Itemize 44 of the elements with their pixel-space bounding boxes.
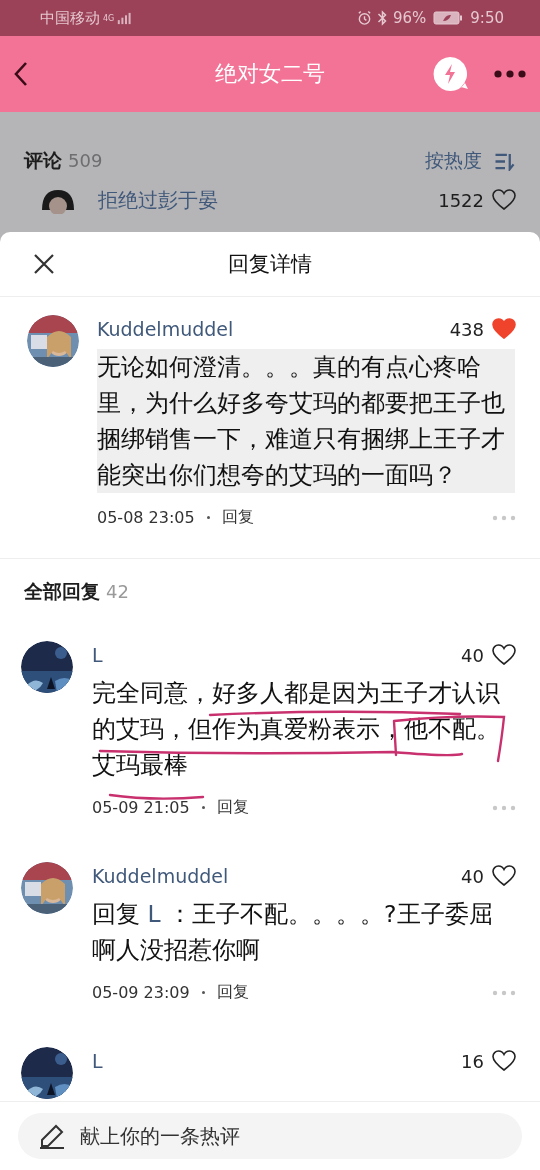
sheet-title: 回复详情 — [228, 251, 312, 278]
comment-text: 无论如何澄清。。。真的有点心疼哈里，为什么好多夸艾玛的都要把王子也捆绑销售一下，难道只有捆绑上王子才能突出你们想夸的艾玛的一面吗？ — [97, 349, 515, 493]
carrier-name: 中国移动 — [40, 8, 100, 28]
like-count: 16 — [461, 1050, 484, 1072]
close-icon[interactable] — [33, 253, 55, 275]
page-title: 绝对女二号 — [215, 60, 325, 88]
like-count: 1522 — [438, 189, 484, 211]
clock-time: 9:50 — [470, 9, 504, 27]
like-count: 40 — [461, 865, 484, 887]
comment-time: 05-09 21:05 — [92, 798, 190, 817]
sort-icon[interactable] — [494, 151, 516, 171]
like-count: 438 — [449, 318, 484, 340]
reply-link[interactable]: 回复 — [216, 797, 249, 818]
sort-link[interactable]: 按热度 — [425, 148, 482, 174]
username[interactable]: L — [92, 644, 454, 666]
lightning-bubble-icon[interactable] — [432, 56, 468, 92]
battery-icon — [433, 11, 464, 25]
comment-input[interactable]: 献上你的一条热评 — [18, 1113, 522, 1159]
heart-icon[interactable] — [492, 865, 516, 887]
alarm-icon — [356, 10, 372, 26]
heart-icon[interactable] — [492, 644, 516, 666]
network-type: 4G — [103, 13, 115, 23]
signal-icon — [117, 11, 134, 25]
comments-count: 509 — [68, 150, 103, 171]
replies-label: 全部回复 — [24, 579, 100, 604]
battery-level: 96% — [392, 9, 427, 27]
replies-count: 42 — [106, 581, 129, 602]
username[interactable]: Kuddelmuddel — [92, 865, 454, 887]
username[interactable]: 拒绝过彭于晏 — [98, 186, 218, 214]
back-icon[interactable] — [14, 61, 28, 87]
reply-text: 回复 L ：王子不配。。。。?王子委屈啊人没招惹你啊 — [92, 899, 494, 966]
heart-icon[interactable] — [492, 189, 516, 211]
like-count: 40 — [461, 644, 484, 666]
heart-icon[interactable] — [492, 1050, 516, 1072]
comment-time: 05-08 23:05 — [97, 508, 195, 527]
username[interactable]: Kuddelmuddel — [97, 318, 442, 340]
reply-link[interactable]: 回复 — [216, 982, 249, 1003]
username[interactable]: L — [92, 1050, 454, 1072]
reply-link[interactable]: 回复 — [221, 507, 254, 528]
reply-text: 完全同意，好多人都是因为王子才认识的艾玛，但作为真爱粉表示，他不配。艾玛最棒 — [92, 678, 501, 781]
more-icon[interactable] — [494, 70, 526, 78]
pencil-icon — [38, 1122, 66, 1150]
comment-time: 05-09 23:09 — [92, 983, 190, 1002]
comments-label: 评论 — [24, 148, 62, 173]
